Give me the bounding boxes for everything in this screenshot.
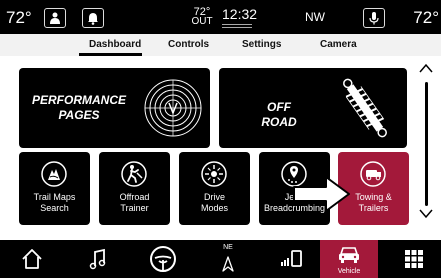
nav-home[interactable] bbox=[14, 240, 50, 278]
pointer-arrow bbox=[293, 176, 350, 212]
scrollbar[interactable] bbox=[425, 82, 428, 206]
performance-pages-label: PERFORMANCE PAGES bbox=[31, 93, 126, 122]
app-drive-modes[interactable]: Drive Modes bbox=[179, 152, 250, 225]
seat-button[interactable] bbox=[44, 8, 66, 28]
nav-vehicle-label: Vehicle bbox=[337, 268, 361, 275]
music-icon bbox=[89, 248, 106, 270]
passenger-temperature[interactable]: 72° bbox=[413, 8, 439, 28]
home-icon bbox=[22, 249, 42, 269]
tab-controls[interactable]: Controls bbox=[168, 39, 209, 50]
performance-gauge-icon bbox=[144, 79, 202, 137]
driver-temperature[interactable]: 72° bbox=[6, 8, 32, 28]
dashboard-content: PERFORMANCE PAGES OFF ROAD Trail Maps Se… bbox=[0, 56, 441, 240]
nav-apps[interactable] bbox=[396, 240, 432, 278]
voice-button[interactable] bbox=[363, 8, 385, 28]
bottom-nav-bar: NE Vehicle bbox=[0, 240, 441, 278]
phone-icon bbox=[281, 250, 302, 267]
app-trail-maps-search[interactable]: Trail Maps Search bbox=[19, 152, 90, 225]
voice-icon bbox=[369, 12, 379, 25]
nav-navigation[interactable]: NE bbox=[210, 240, 246, 278]
performance-pages-tile[interactable]: PERFORMANCE PAGES bbox=[19, 68, 210, 148]
navigation-icon bbox=[222, 256, 234, 272]
app-offroad-trainer[interactable]: Offroad Trainer bbox=[99, 152, 170, 225]
nav-controls[interactable] bbox=[145, 240, 181, 278]
nav-media[interactable] bbox=[80, 240, 116, 278]
scroll-down-button[interactable] bbox=[418, 208, 434, 220]
trail-map-icon bbox=[41, 161, 67, 187]
clock-divider bbox=[222, 24, 252, 28]
steering-icon bbox=[150, 246, 176, 272]
notification-button[interactable] bbox=[82, 8, 104, 28]
nav-vehicle[interactable]: Vehicle bbox=[320, 240, 378, 278]
drive-modes-icon bbox=[201, 161, 227, 187]
nav-heading-label: NE bbox=[223, 244, 233, 251]
vehicle-icon bbox=[339, 247, 359, 263]
apps-grid-icon bbox=[405, 250, 423, 268]
outside-temperature: 72° OUT bbox=[191, 6, 213, 27]
tab-dashboard[interactable]: Dashboard bbox=[89, 39, 141, 50]
clock: 12:32 bbox=[222, 6, 258, 22]
tab-settings[interactable]: Settings bbox=[242, 39, 281, 50]
tab-bar: Dashboard Controls Settings Camera bbox=[0, 34, 441, 56]
tab-camera[interactable]: Camera bbox=[320, 39, 357, 50]
notification-icon bbox=[88, 13, 98, 25]
scroll-up-button[interactable] bbox=[418, 62, 434, 74]
offroad-trainer-icon bbox=[121, 161, 147, 187]
compass-heading: NW bbox=[305, 10, 325, 24]
status-bar: 72° 72° OUT 12:32 NW 72° bbox=[0, 0, 441, 34]
nav-phone[interactable] bbox=[273, 240, 309, 278]
off-road-label: OFF ROAD bbox=[261, 100, 297, 129]
off-road-tile[interactable]: OFF ROAD bbox=[219, 68, 407, 148]
towing-icon bbox=[360, 161, 386, 187]
suspension-shock-icon bbox=[343, 78, 387, 138]
seat-icon bbox=[50, 12, 60, 24]
